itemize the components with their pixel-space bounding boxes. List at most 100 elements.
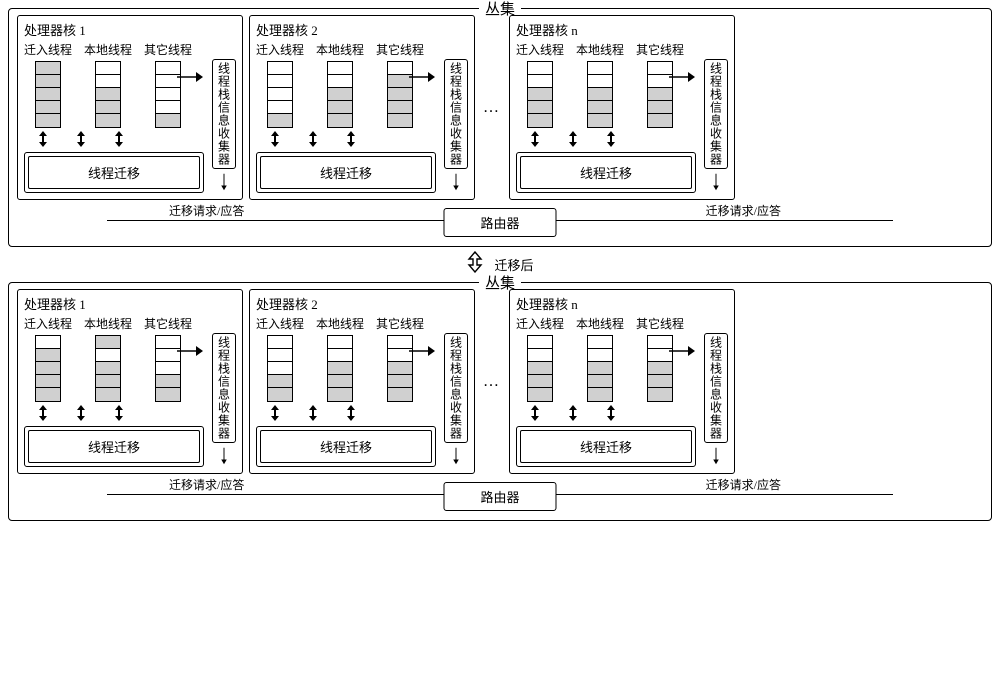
stack-cell — [268, 336, 292, 349]
stack-cell — [328, 75, 352, 88]
thread-migration-box: 线程迁移 — [24, 152, 204, 193]
stack-cell — [648, 362, 672, 375]
stack-cell — [328, 62, 352, 75]
thread-stack — [587, 335, 613, 402]
stack-cell — [156, 101, 180, 114]
thread-stack — [95, 61, 121, 128]
stack-label: 迁入线程 — [24, 315, 72, 332]
down-arrow-icon — [709, 447, 723, 465]
up-down-arrow-icon — [560, 130, 586, 148]
stack-cell — [648, 375, 672, 388]
stack-cell — [588, 388, 612, 401]
stack-cell — [528, 88, 552, 101]
stack-cell — [268, 362, 292, 375]
stack-info-collector: 线程栈信息收集器 — [704, 333, 728, 443]
stack-cell — [528, 375, 552, 388]
stack-cell — [388, 101, 412, 114]
stack-cell — [96, 62, 120, 75]
stack-cell — [36, 114, 60, 127]
thread-stack-column: 其它线程 — [376, 315, 424, 402]
thread-migration-label: 线程迁移 — [28, 430, 200, 463]
thread-stack — [327, 61, 353, 128]
core-title: 处理器核 1 — [24, 294, 236, 313]
up-down-arrow-icon — [338, 130, 364, 148]
stack-label: 其它线程 — [144, 315, 192, 332]
thread-stack-column: 本地线程 — [84, 41, 132, 128]
stack-label: 本地线程 — [316, 41, 364, 58]
stack-cell — [36, 349, 60, 362]
stack-cell — [268, 75, 292, 88]
thread-stack-column: 本地线程 — [576, 41, 624, 128]
stack-label: 迁入线程 — [256, 315, 304, 332]
stack-cell — [36, 101, 60, 114]
thread-migration-box: 线程迁移 — [24, 426, 204, 467]
down-arrow-icon — [449, 447, 463, 465]
stack-cell — [96, 349, 120, 362]
right-arrow-icon — [668, 344, 696, 358]
stack-cell — [268, 349, 292, 362]
stack-cell — [96, 375, 120, 388]
stack-info-collector: 线程栈信息收集器 — [444, 333, 468, 443]
processor-core: 处理器核 2迁入线程本地线程其它线程线程迁移线程栈信息收集器 — [249, 289, 475, 474]
stack-label: 其它线程 — [376, 41, 424, 58]
router-box: 路由器 — [443, 482, 556, 511]
stack-cell — [528, 75, 552, 88]
migration-request-response-label: 迁移请求/应答 — [704, 476, 783, 493]
ellipsis: … — [481, 289, 503, 474]
thread-migration-label: 线程迁移 — [260, 156, 432, 189]
thread-stack — [35, 335, 61, 402]
right-arrow-icon — [408, 344, 436, 358]
thread-migration-label: 线程迁移 — [520, 430, 692, 463]
right-arrow-icon — [668, 70, 696, 84]
stack-cell — [96, 362, 120, 375]
stack-cell — [588, 62, 612, 75]
up-down-arrow-icon — [300, 404, 326, 422]
stack-label: 本地线程 — [84, 315, 132, 332]
stack-cell — [528, 388, 552, 401]
stack-cell — [528, 362, 552, 375]
stack-cell — [388, 388, 412, 401]
stack-cell — [588, 336, 612, 349]
thread-stack-column: 本地线程 — [84, 315, 132, 402]
stack-cell — [36, 362, 60, 375]
thread-stack-column: 其它线程 — [636, 41, 684, 128]
down-arrow-icon — [449, 173, 463, 191]
stack-label: 其它线程 — [636, 41, 684, 58]
thread-migration-box: 线程迁移 — [516, 426, 696, 467]
thread-stack-column: 本地线程 — [576, 315, 624, 402]
thread-stack — [587, 61, 613, 128]
stack-cell — [96, 388, 120, 401]
up-down-arrow-icon — [262, 130, 288, 148]
stack-cell — [328, 362, 352, 375]
router-row: 迁移请求/应答迁移请求/应答路由器 — [17, 478, 983, 512]
stack-cell — [268, 88, 292, 101]
thread-stack-column: 迁入线程 — [516, 41, 564, 128]
right-arrow-icon — [176, 344, 204, 358]
stack-cell — [528, 101, 552, 114]
cluster: 丛集处理器核 1迁入线程本地线程其它线程线程迁移线程栈信息收集器处理器核 2迁入… — [8, 282, 992, 521]
thread-stack-column: 迁入线程 — [256, 315, 304, 402]
migration-request-response-label: 迁移请求/应答 — [167, 202, 246, 219]
stack-cell — [328, 88, 352, 101]
stack-label: 本地线程 — [84, 41, 132, 58]
thread-stack-column: 其它线程 — [144, 315, 192, 402]
stack-info-collector: 线程栈信息收集器 — [212, 59, 236, 169]
processor-core: 处理器核 1迁入线程本地线程其它线程线程迁移线程栈信息收集器 — [17, 289, 243, 474]
thread-stack — [327, 335, 353, 402]
stack-cell — [388, 362, 412, 375]
stack-cell — [156, 388, 180, 401]
thread-stack-column: 本地线程 — [316, 315, 364, 402]
thread-stack — [527, 61, 553, 128]
down-arrow-icon — [217, 173, 231, 191]
stack-cell — [588, 75, 612, 88]
processor-core: 处理器核 1迁入线程本地线程其它线程线程迁移线程栈信息收集器 — [17, 15, 243, 200]
stack-cell — [588, 375, 612, 388]
stack-cell — [36, 62, 60, 75]
thread-stack-column: 迁入线程 — [516, 315, 564, 402]
stack-cell — [648, 388, 672, 401]
stack-cell — [36, 336, 60, 349]
stack-cell — [36, 375, 60, 388]
stack-label: 迁入线程 — [516, 41, 564, 58]
stack-cell — [268, 388, 292, 401]
stack-cell — [648, 114, 672, 127]
